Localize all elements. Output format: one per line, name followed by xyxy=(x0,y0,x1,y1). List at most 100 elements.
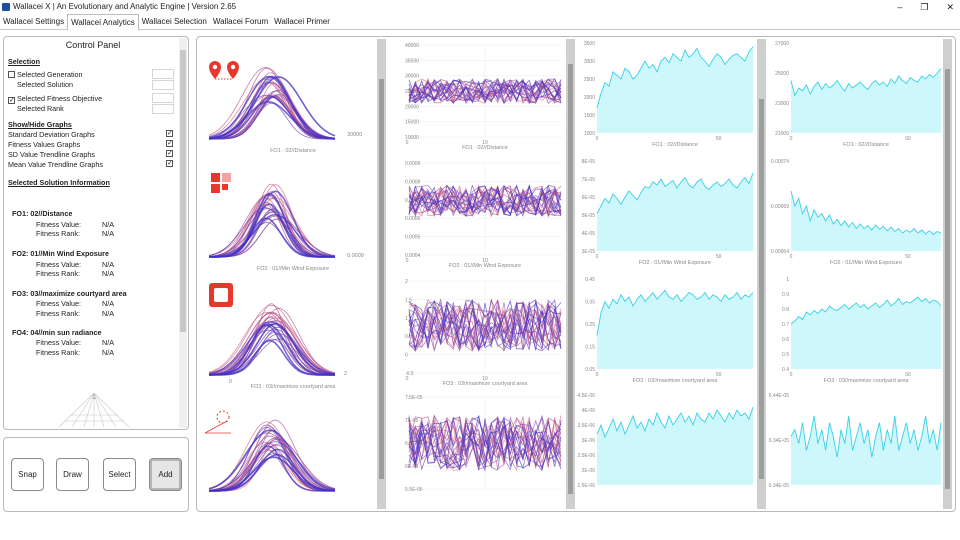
fitness-ytick: 0.0009 xyxy=(405,161,421,167)
fitness-ytick: 1 xyxy=(405,316,408,322)
mean-trend-ytick: 6.34E-05 xyxy=(769,483,790,489)
fitness-ytick: 0.0005 xyxy=(405,235,421,241)
fitness-graphs-scrollbar[interactable] xyxy=(566,39,575,509)
analytics-charts-panel: 30000 FO1 : 02//Distance 0.0009 FO2 : 01//M… xyxy=(196,36,956,512)
sd-trend-xtick: 50 xyxy=(716,254,722,260)
sd-trend-ytick: 6E-05 xyxy=(582,195,596,201)
fitness-objective-checkbox[interactable]: ✓ xyxy=(8,97,15,104)
sd-curve xyxy=(208,81,335,140)
sd-trend-ytick: 7E-05 xyxy=(582,177,596,183)
mean-trend-checkbox[interactable]: ✓ xyxy=(166,160,173,167)
selected-generation-label: Selected Generation xyxy=(17,70,83,79)
selected-solution-label: Selected Solution xyxy=(17,80,73,89)
tab-selection[interactable]: Wallacei Selection xyxy=(139,14,210,30)
mean-trend-ytick: 25000 xyxy=(775,71,789,77)
window-title: Wallacei X | An Evolutionary and Analyti… xyxy=(13,2,237,11)
objective-2-rank: N/A xyxy=(102,269,114,278)
sd-trend-xtick: 0 xyxy=(596,372,599,378)
mean-trend-scrollbar[interactable] xyxy=(943,39,952,509)
objective-1-value-label: Fitness Value: xyxy=(36,220,82,229)
sd-trend-scrollbar[interactable] xyxy=(757,39,766,509)
graph-toggle-mean-trend: Mean Value Trendline Graphs xyxy=(8,160,103,169)
mean-trend-xtick: 50 xyxy=(905,136,911,142)
mean-trend-ytick: 0.5 xyxy=(782,352,789,358)
fitness-ytick: 2 xyxy=(405,279,408,285)
mean-trend-ytick: 1 xyxy=(786,277,789,283)
sd-trend-xlabel-3: FO3 : 03//maximize courtyard area xyxy=(633,378,719,384)
generation-checkbox[interactable] xyxy=(8,71,15,78)
sd-trend-xtick: 50 xyxy=(716,136,722,142)
sd-graphs-checkbox[interactable]: ✓ xyxy=(166,130,173,137)
fitness-graphs-checkbox[interactable]: ✓ xyxy=(166,140,173,147)
mean-trend-ytick: 23000 xyxy=(775,101,789,107)
minimize-icon[interactable]: – xyxy=(897,0,902,14)
sd-trend-area-fill-3 xyxy=(597,290,753,369)
sd-tick-3: 2 xyxy=(344,371,347,377)
sd-curve-group-2 xyxy=(208,183,336,258)
generation-input[interactable] xyxy=(152,69,174,79)
close-icon[interactable]: ✕ xyxy=(946,0,954,14)
app-icon xyxy=(2,3,10,11)
fitness-ytick: 1.5 xyxy=(405,297,412,303)
mean-trend-ytick: 21000 xyxy=(775,131,789,137)
tab-analytics[interactable]: Wallacei Analytics xyxy=(67,14,139,31)
sd-trend-xtick: 0 xyxy=(596,136,599,142)
objective-1-rank: N/A xyxy=(102,229,114,238)
tab-forum[interactable]: Wallacei Forum xyxy=(210,14,271,30)
sd-curve xyxy=(208,211,336,257)
mean-trend-ytick: 0.8 xyxy=(782,307,789,313)
tab-primer[interactable]: Wallacei Primer xyxy=(271,14,333,30)
control-panel-scrollbar[interactable] xyxy=(179,38,187,428)
objective-3-rank: N/A xyxy=(102,309,114,318)
tab-settings[interactable]: Wallacei Settings xyxy=(0,14,67,30)
sd-trend-ytick: 4E-06 xyxy=(582,408,596,414)
fitness-xlabel-3: FO3 : 03//maximize courtyard area xyxy=(443,381,529,387)
rank-input[interactable] xyxy=(152,104,174,114)
scroll-thumb[interactable] xyxy=(180,50,186,332)
solution-input[interactable] xyxy=(152,80,174,90)
objective-4-rank-label: Fitness Rank: xyxy=(36,348,80,357)
sd-graphs-scrollbar[interactable] xyxy=(377,39,386,509)
control-panel-title: Control Panel xyxy=(65,40,121,50)
maximize-icon[interactable]: ❐ xyxy=(920,0,928,14)
fitness-objective-input[interactable] xyxy=(152,93,174,103)
mean-trend-ytick: 6.44E-05 xyxy=(769,393,790,399)
mean-trend-area-fill-1 xyxy=(791,68,941,133)
sd-trend-ytick: 2500 xyxy=(584,77,595,83)
mean-trend-ytick: 0.00069 xyxy=(771,204,789,210)
location-pin-icon xyxy=(209,61,221,79)
mean-trend-xtick: 50 xyxy=(905,254,911,260)
wind-block-icon xyxy=(211,173,220,182)
sd-trend-checkbox[interactable]: ✓ xyxy=(166,150,173,157)
mean-trend-xlabel-1: FO1 : 02//Distance xyxy=(843,142,889,148)
mean-trend-xlabel-3: FO3 : 03//maximize courtyard area xyxy=(824,378,910,384)
fitness-ytick: 0.0008 xyxy=(405,179,421,185)
sd-curve xyxy=(208,75,336,140)
fitness-ytick: 7.5E-05 xyxy=(405,395,423,401)
snap-button[interactable]: Snap xyxy=(11,458,44,491)
select-button[interactable]: Select xyxy=(103,458,136,491)
sd-trend-ytick: 0.25 xyxy=(585,322,595,328)
sd-curve-group-3 xyxy=(208,303,336,376)
fitness-ytick: 6E-05 xyxy=(405,464,419,470)
wind-block-icon xyxy=(222,184,228,190)
sd-curve-group-4 xyxy=(208,419,336,492)
mean-trend-area-fill-3 xyxy=(791,297,941,369)
add-button[interactable]: Add xyxy=(149,458,182,491)
sd-tick-2: 0.0009 xyxy=(347,253,364,259)
sd-trend-ytick: 2000 xyxy=(584,95,595,101)
mean-trend-ytick: 0.6 xyxy=(782,337,789,343)
sd-trend-ytick: 0.45 xyxy=(585,277,595,283)
sd-trend-ytick: 1000 xyxy=(584,131,595,137)
mean-trend-area-fill-4 xyxy=(791,415,941,485)
sd-trend-ytick: 2.5E-06 xyxy=(577,453,595,459)
mean-trend-ytick: 0.00074 xyxy=(771,159,789,165)
control-panel: Control Panel Selection Selected Generat… xyxy=(3,36,189,430)
wind-block-icon xyxy=(222,173,231,182)
objective-3-value-label: Fitness Value: xyxy=(36,299,82,308)
sd-xlabel-2: FO2 : 01//Min Wind Exposure xyxy=(257,266,329,272)
sd-trend-xlabel-1: FO1 : 02//Distance xyxy=(652,142,698,148)
selected-fitness-label: Selected Fitness Objective xyxy=(17,94,103,103)
fitness-ytick: 20000 xyxy=(405,104,419,110)
draw-button[interactable]: Draw xyxy=(56,458,89,491)
